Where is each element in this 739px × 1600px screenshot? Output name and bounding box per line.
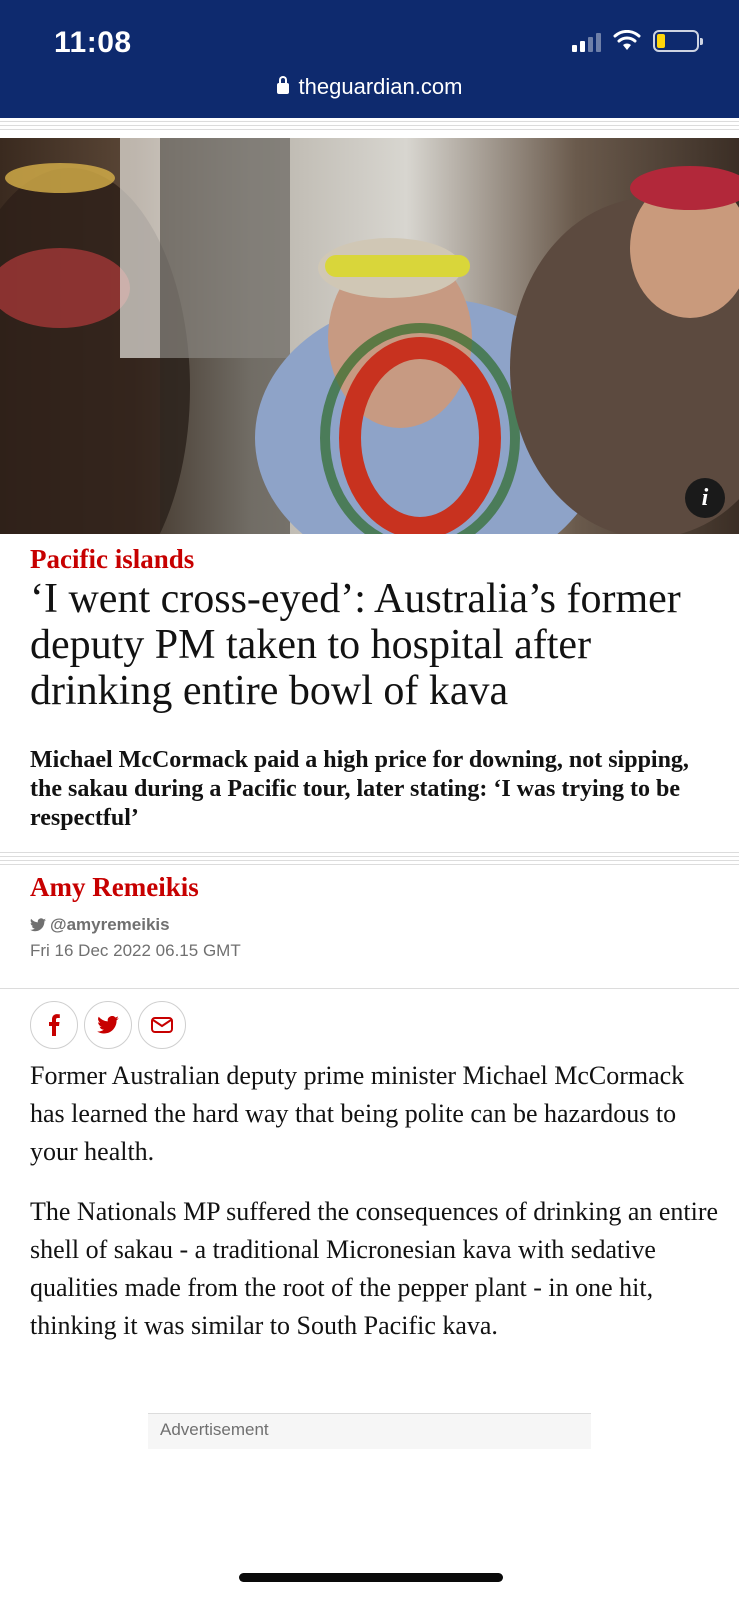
share-facebook-button[interactable] (30, 1001, 78, 1049)
meta-divider (0, 988, 739, 989)
url-text: theguardian.com (298, 74, 463, 99)
twitter-bird-icon (30, 918, 46, 932)
article-paragraph: The Nationals MP suffered the consequenc… (30, 1197, 719, 1340)
image-info-button[interactable]: i (685, 478, 725, 518)
author-byline[interactable]: Amy Remeikis (30, 872, 199, 903)
address-bar[interactable]: theguardian.com (0, 74, 739, 100)
share-twitter-button[interactable] (84, 1001, 132, 1049)
lock-icon (276, 76, 289, 94)
nav-rule (0, 121, 739, 133)
status-time: 11:08 (54, 26, 132, 59)
hero-photo (0, 138, 739, 534)
twitter-handle: @amyremeikis (50, 915, 170, 934)
twitter-icon (97, 1016, 119, 1034)
home-indicator[interactable] (239, 1573, 503, 1582)
status-icons (572, 30, 703, 52)
article-paragraph: Former Australian deputy prime minister … (30, 1061, 685, 1166)
wifi-icon (613, 30, 641, 50)
section-kicker[interactable]: Pacific islands (30, 544, 194, 575)
advertisement-slot[interactable]: Advertisement (148, 1413, 591, 1449)
hero-image[interactable]: i (0, 138, 739, 534)
author-twitter[interactable]: @amyremeikis (30, 915, 170, 935)
standfirst-rule (0, 852, 739, 868)
article-headline: ‘I went cross-eyed’: Australia’s former … (30, 576, 681, 714)
facebook-icon (49, 1014, 60, 1036)
article-standfirst: Michael McCormack paid a high price for … (30, 747, 689, 831)
signal-icon (572, 30, 601, 52)
publish-date: Fri 16 Dec 2022 06.15 GMT (30, 941, 241, 960)
advertisement-label: Advertisement (160, 1420, 269, 1439)
share-buttons (30, 1001, 186, 1049)
browser-top-bar: 11:08 theguardian.com (0, 0, 739, 118)
share-email-button[interactable] (138, 1001, 186, 1049)
email-icon (151, 1017, 173, 1033)
battery-icon (653, 30, 703, 52)
